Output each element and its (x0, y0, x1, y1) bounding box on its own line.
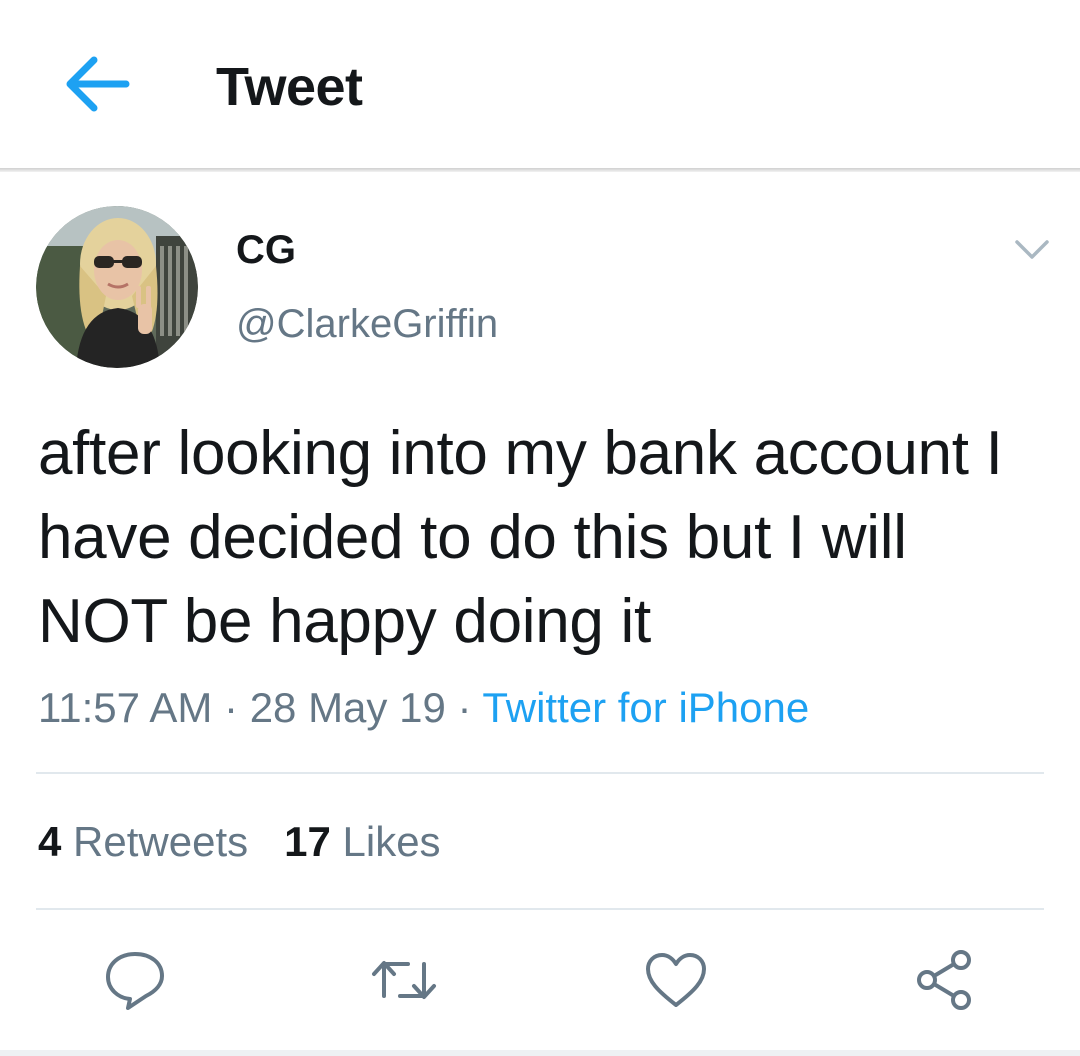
back-arrow-icon (66, 56, 130, 112)
tweet-time: 11:57 AM (38, 684, 213, 731)
chevron-down-icon (1015, 240, 1049, 259)
share-button[interactable] (907, 942, 983, 1018)
bottom-divider (0, 1050, 1080, 1056)
retweet-icon (372, 961, 436, 999)
tweet-source-link[interactable]: Twitter for iPhone (482, 684, 809, 731)
page-title: Tweet (216, 57, 363, 117)
retweets-label: Retweets (73, 818, 249, 865)
heart-icon (646, 953, 706, 1007)
tweet-date: 28 May 19 (249, 684, 446, 731)
profile-photo (36, 206, 198, 368)
likes-stat[interactable]: 17 Likes (284, 818, 440, 865)
likes-label: Likes (342, 818, 441, 865)
meta-separator: · (224, 684, 239, 731)
header-divider (0, 168, 1080, 172)
meta-separator: · (457, 684, 472, 731)
tweet-text: after looking into my bank account I hav… (38, 419, 1003, 656)
divider (36, 772, 1044, 774)
like-button[interactable] (638, 942, 714, 1018)
author-handle[interactable]: @ClarkeGriffin (236, 302, 498, 347)
top-bar: Tweet (0, 0, 1080, 168)
retweet-button[interactable] (366, 942, 442, 1018)
share-icon (917, 950, 971, 1010)
author-display-name[interactable]: CG (236, 228, 296, 273)
tweet-stats: 4 Retweets 17 Likes (38, 818, 441, 866)
reply-icon (106, 952, 164, 1010)
tweet-detail-screen: Tweet CG @ClarkeGriffin after looking in… (0, 0, 1080, 1056)
divider (36, 908, 1044, 910)
retweets-count: 4 (38, 818, 62, 865)
tweet-options-button[interactable] (1006, 226, 1058, 274)
likes-count: 17 (284, 818, 331, 865)
retweets-stat[interactable]: 4 Retweets (38, 818, 248, 865)
tweet-meta: 11:57 AM · 28 May 19 · Twitter for iPhon… (38, 684, 809, 732)
reply-button[interactable] (97, 942, 173, 1018)
avatar[interactable] (36, 206, 198, 368)
back-button[interactable] (56, 46, 136, 122)
